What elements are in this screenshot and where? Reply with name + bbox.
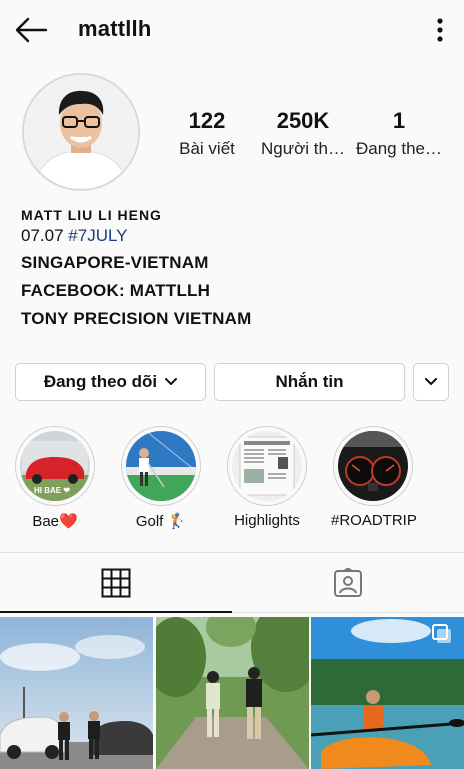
highlight-ring xyxy=(227,426,307,506)
following-count-value: 1 xyxy=(392,108,406,133)
highlight-label: Golf 🏌 xyxy=(135,513,187,530)
following-count[interactable]: 1 Đang the… xyxy=(351,108,447,159)
active-tab-indicator xyxy=(0,611,232,613)
tab-tagged[interactable] xyxy=(232,553,464,613)
highlight-cover-roadtrip xyxy=(338,431,408,501)
post-image xyxy=(0,617,153,769)
post-image xyxy=(311,617,464,769)
following-count-label: Đang the… xyxy=(356,139,442,158)
highlight-roadtrip[interactable]: #ROADTRIP xyxy=(331,426,417,529)
top-bar: mattllh xyxy=(0,0,464,60)
post-image xyxy=(156,617,309,769)
highlight-golf[interactable]: Golf 🏌 xyxy=(119,426,203,530)
message-button[interactable]: Nhắn tin xyxy=(214,363,405,401)
bio-date: 07.07 xyxy=(21,226,64,245)
profile-bio: MATT LIU LI HENG 07.07 #7JULY SINGAPORE-… xyxy=(21,207,441,333)
arrow-left-icon xyxy=(15,17,48,43)
highlight-ring: HI BAE ❤ xyxy=(15,426,95,506)
tagged-user-icon xyxy=(334,568,362,597)
bio-full-name: MATT LIU LI HENG xyxy=(21,207,162,223)
grid-icon xyxy=(101,568,131,598)
posts-count-label: Bài viết xyxy=(179,139,235,158)
bio-line-facebook: FACEBOOK: MATTLLH xyxy=(21,281,211,300)
tab-divider xyxy=(232,612,464,613)
highlight-label: Bae❤️ xyxy=(32,513,78,530)
bio-hashtag-link[interactable]: #7JULY xyxy=(68,226,127,245)
highlight-bae[interactable]: HI BAE ❤ Bae❤️ xyxy=(13,426,97,530)
following-button-label: Đang theo dõi xyxy=(43,372,158,391)
highlight-cover-bae: HI BAE ❤ xyxy=(20,431,90,501)
bio-date-line: 07.07 #7JULY xyxy=(21,223,441,249)
tab-posts-grid[interactable] xyxy=(0,553,232,613)
message-button-label: Nhắn tin xyxy=(275,372,344,391)
chevron-down-icon xyxy=(165,378,178,385)
suggested-accounts-button[interactable] xyxy=(413,363,449,401)
posts-count: 122 Bài viết xyxy=(159,108,255,159)
highlight-ring xyxy=(121,426,201,506)
highlight-highlights[interactable]: Highlights xyxy=(225,426,309,529)
bio-line-location: SINGAPORE-VIETNAM xyxy=(21,253,209,272)
post-thumbnail[interactable] xyxy=(156,617,309,769)
post-thumbnail[interactable] xyxy=(0,617,153,769)
posts-count-value: 122 xyxy=(188,108,226,133)
highlight-label: Highlights xyxy=(234,512,300,529)
following-button[interactable]: Đang theo dõi xyxy=(15,363,206,401)
post-thumbnail[interactable] xyxy=(311,617,464,769)
followers-count-value: 250K xyxy=(276,108,330,133)
chevron-down-icon xyxy=(425,378,437,385)
back-button[interactable] xyxy=(12,14,48,46)
profile-avatar[interactable] xyxy=(22,73,140,191)
followers-count-label: Người th… xyxy=(261,139,345,158)
highlight-label: #ROADTRIP xyxy=(331,512,417,529)
profile-username: mattllh xyxy=(78,16,152,41)
more-options-button[interactable] xyxy=(428,16,452,44)
more-vertical-icon xyxy=(437,18,443,42)
highlight-ring xyxy=(333,426,413,506)
highlight-overlay-text: HI BAE ❤ xyxy=(34,486,70,495)
avatar-photo xyxy=(24,75,138,189)
highlight-cover-highlights xyxy=(232,431,302,501)
bio-line-company: TONY PRECISION VIETNAM xyxy=(21,309,252,328)
followers-count[interactable]: 250K Người th… xyxy=(255,108,351,159)
highlight-cover-golf xyxy=(126,431,196,501)
